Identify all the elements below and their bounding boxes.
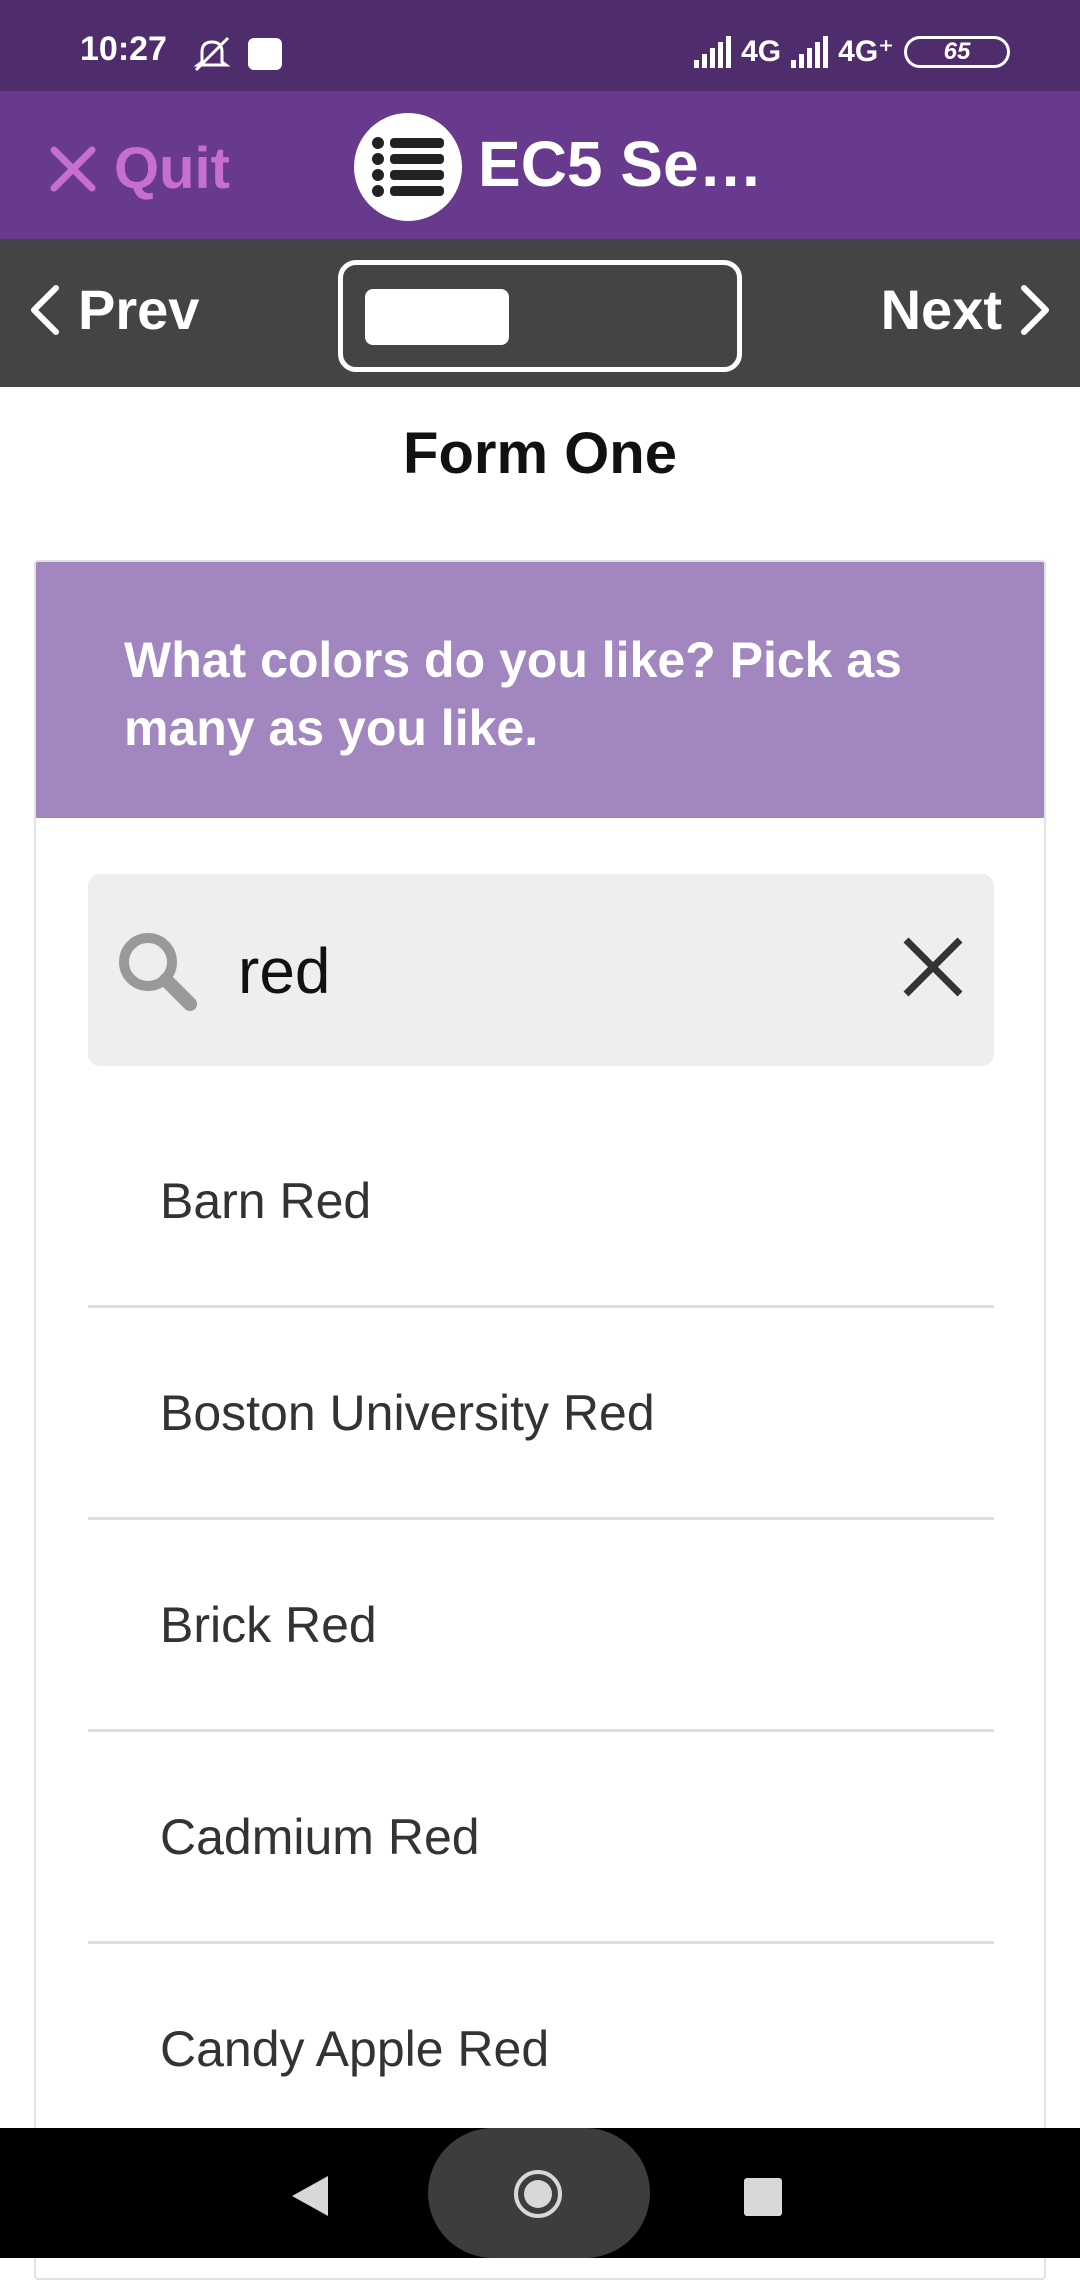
chevron-left-icon	[31, 284, 59, 335]
app-bar: Quit EC5 Se…	[0, 91, 1080, 239]
battery-icon: 65	[904, 35, 1010, 68]
recent-apps-icon[interactable]	[744, 2178, 782, 2216]
app-title: EC5 Se…	[478, 128, 763, 200]
option-label: Brick Red	[160, 1596, 377, 1653]
network-type-2: 4G⁺	[838, 35, 894, 68]
battery-level: 65	[943, 37, 971, 65]
option-label: Cadmium Red	[160, 1808, 480, 1865]
list-item[interactable]: Candy Apple Red	[88, 1944, 994, 2156]
quit-label: Quit	[114, 136, 230, 201]
search-box	[88, 874, 994, 1066]
mute-icon	[193, 36, 231, 72]
progress-bar	[338, 260, 742, 372]
quit-button[interactable]: Quit	[48, 135, 230, 202]
signal-icon	[791, 35, 829, 68]
options-list: Barn Red Boston University Red Brick Red…	[88, 1096, 994, 2156]
home-icon[interactable]	[512, 2168, 564, 2220]
signal-icon	[694, 35, 732, 68]
form-nav-bar: Prev Next	[0, 239, 1080, 387]
chevron-right-icon	[1021, 284, 1049, 335]
prev-button[interactable]: Prev	[30, 277, 199, 342]
option-label: Barn Red	[160, 1172, 372, 1229]
status-time: 10:27	[80, 30, 167, 68]
status-indicators: 4G 4G⁺ 65	[694, 34, 1010, 69]
app-logo	[354, 113, 462, 221]
back-icon[interactable]	[290, 2174, 330, 2218]
list-item[interactable]: Boston University Red	[88, 1308, 994, 1520]
clear-search-icon[interactable]	[898, 932, 968, 1002]
question-card: What colors do you like? Pick as many as…	[34, 560, 1046, 2280]
next-button[interactable]: Next	[881, 277, 1050, 342]
next-label: Next	[880, 278, 1002, 341]
list-item[interactable]: Barn Red	[88, 1096, 994, 1308]
option-label: Candy Apple Red	[160, 2020, 550, 2077]
search-icon	[119, 933, 197, 1011]
list-item[interactable]: Cadmium Red	[88, 1732, 994, 1944]
form-title: Form One	[403, 421, 677, 486]
status-bar: 10:27 4G 4G⁺ 65	[0, 0, 1080, 91]
progress-bar-fill	[365, 289, 509, 345]
close-icon	[50, 146, 96, 191]
question-text: What colors do you like? Pick as many as…	[36, 562, 1044, 818]
notification-square-icon	[248, 38, 282, 70]
system-nav-bar	[0, 2128, 1080, 2258]
network-type-1: 4G	[741, 34, 782, 68]
list-icon	[372, 137, 444, 197]
search-input[interactable]	[238, 926, 878, 1016]
prev-label: Prev	[78, 278, 200, 341]
option-label: Boston University Red	[160, 1384, 655, 1441]
list-item[interactable]: Brick Red	[88, 1520, 994, 1732]
